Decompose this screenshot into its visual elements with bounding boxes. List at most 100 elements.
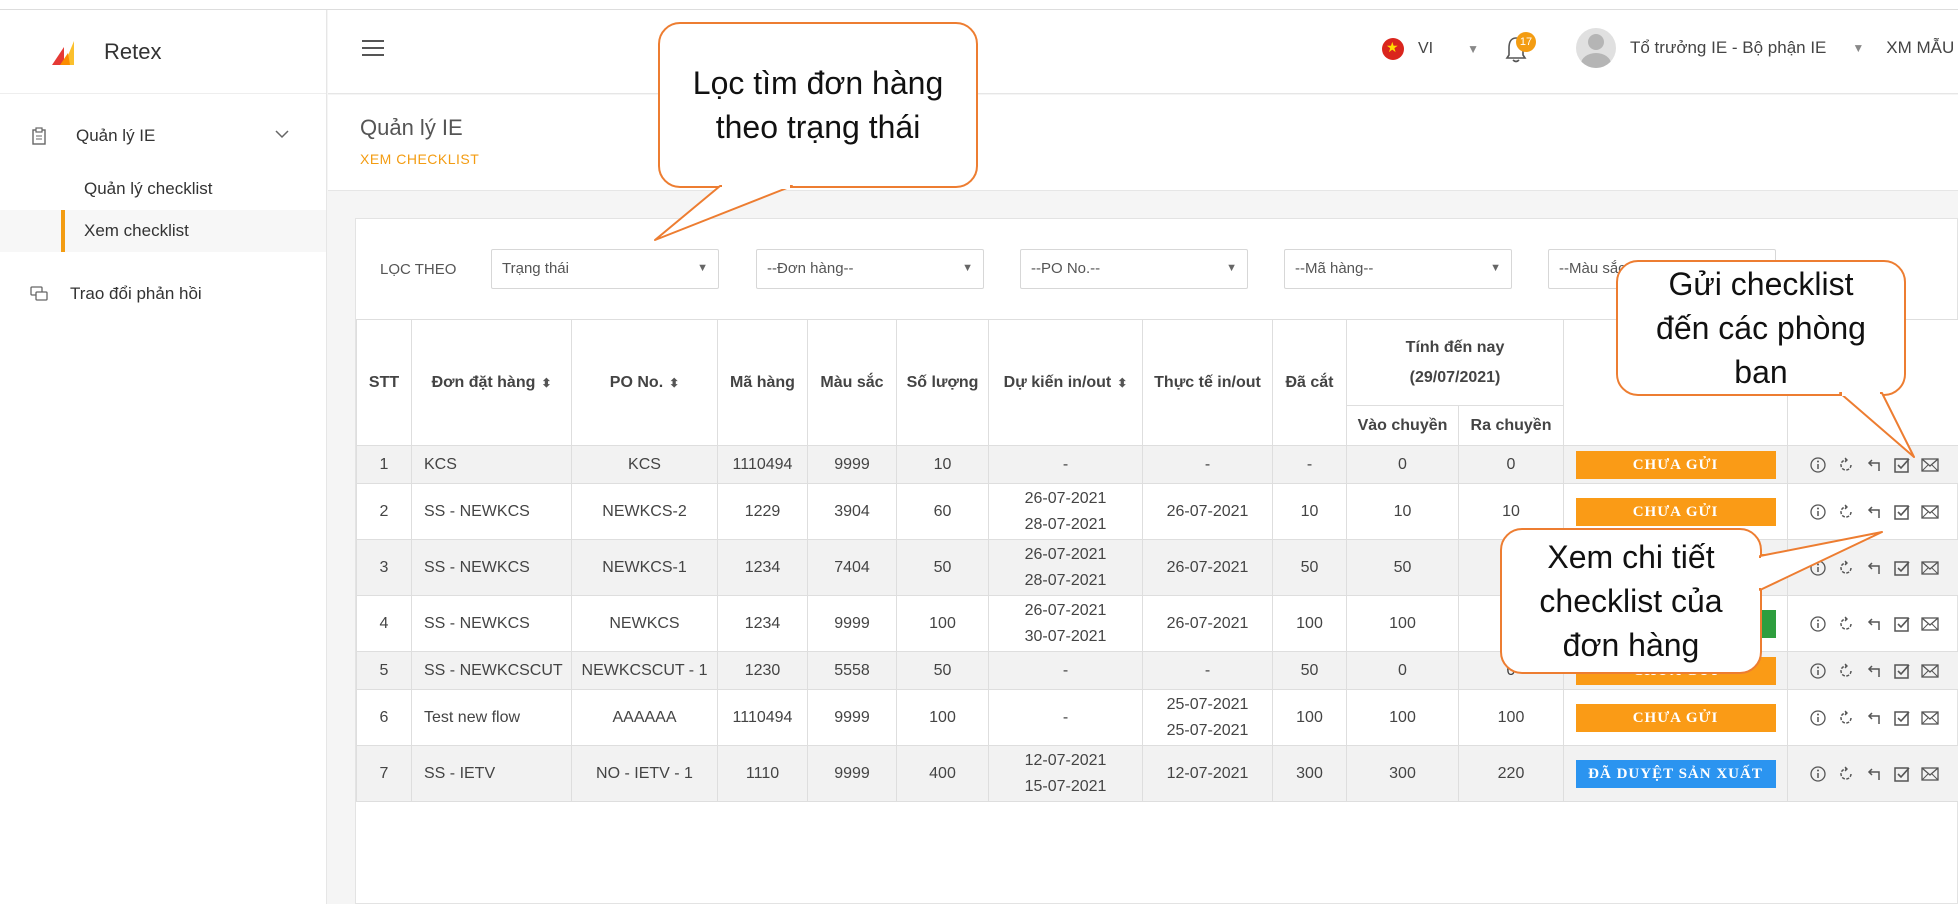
callout-filter: Lọc tìm đơn hàng theo trạng thái bbox=[658, 22, 978, 188]
refresh-icon[interactable] bbox=[1835, 707, 1857, 729]
mail-icon[interactable] bbox=[1919, 557, 1941, 579]
code-filter-select[interactable]: --Mã hàng-- ▼ bbox=[1284, 249, 1512, 289]
header-planned[interactable]: Dự kiến in/out ⬍ bbox=[988, 319, 1143, 446]
cell-in-line: 300 bbox=[1346, 745, 1459, 802]
refresh-icon[interactable] bbox=[1835, 501, 1857, 523]
checkbox-icon[interactable] bbox=[1891, 763, 1913, 785]
cell-in-line: 10 bbox=[1346, 483, 1459, 540]
cell-out-line: 220 bbox=[1457, 745, 1565, 802]
checkbox-icon[interactable] bbox=[1891, 454, 1913, 476]
mail-icon[interactable] bbox=[1919, 501, 1941, 523]
return-icon[interactable] bbox=[1863, 707, 1885, 729]
refresh-icon[interactable] bbox=[1835, 763, 1857, 785]
return-icon[interactable] bbox=[1863, 501, 1885, 523]
refresh-icon[interactable] bbox=[1835, 613, 1857, 635]
cell-po: NO - IETV - 1 bbox=[571, 745, 718, 802]
cell-actual-line: 26-07-2021 bbox=[1166, 614, 1249, 632]
refresh-icon[interactable] bbox=[1835, 454, 1857, 476]
cell-actions bbox=[1787, 745, 1958, 802]
return-icon[interactable] bbox=[1863, 613, 1885, 635]
mail-icon[interactable] bbox=[1919, 763, 1941, 785]
cell-order: SS - NEWKCS bbox=[411, 595, 572, 652]
mail-icon[interactable] bbox=[1919, 613, 1941, 635]
cell-color: 7404 bbox=[807, 539, 897, 596]
cell-status: CHƯA GỬI bbox=[1563, 689, 1789, 746]
notification-bell[interactable]: 17 bbox=[1504, 32, 1536, 68]
return-icon[interactable] bbox=[1863, 763, 1885, 785]
po-filter-select[interactable]: --PO No.-- ▼ bbox=[1020, 249, 1248, 289]
cell-qty: 10 bbox=[896, 445, 989, 484]
info-icon[interactable] bbox=[1807, 707, 1829, 729]
header-code: Mã hàng bbox=[717, 319, 808, 446]
order-filter-select[interactable]: --Đơn hàng-- ▼ bbox=[756, 249, 984, 289]
dropdown-arrow-icon: ▼ bbox=[1490, 262, 1501, 274]
callout-detail: Xem chi tiết checklist của đơn hàng bbox=[1500, 528, 1762, 674]
status-badge: CHƯA GỬI bbox=[1575, 450, 1776, 479]
cell-cut: - bbox=[1272, 445, 1347, 484]
mail-icon[interactable] bbox=[1919, 454, 1941, 476]
cell-order: SS - IETV bbox=[411, 745, 572, 802]
cell-planned-line: 26-07-2021 bbox=[1024, 601, 1107, 619]
status-badge: CHƯA GỬI bbox=[1575, 497, 1776, 526]
cell-planned-line: - bbox=[1062, 455, 1069, 473]
cell-actual: 25-07-2021 25-07-2021 bbox=[1142, 689, 1273, 746]
return-icon[interactable] bbox=[1863, 660, 1885, 682]
cell-planned: 12-07-2021 15-07-2021 bbox=[988, 745, 1143, 802]
cell-actual-line: 26-07-2021 bbox=[1166, 502, 1249, 520]
cell-stt: 1 bbox=[356, 445, 412, 484]
cell-order: KCS bbox=[411, 445, 572, 484]
cell-order: SS - NEWKCS bbox=[411, 483, 572, 540]
cell-actions bbox=[1787, 595, 1958, 652]
user-menu[interactable]: Tổ trưởng IE - Bộ phận IE ▼ XM MẪU bbox=[1576, 28, 1954, 68]
sort-icon: ⬍ bbox=[669, 375, 680, 390]
topbar: VI ▼ 17 Tổ trưởng IE - Bộ phận IE ▼ XM M… bbox=[328, 10, 1958, 94]
info-icon[interactable] bbox=[1807, 763, 1829, 785]
cell-actual: 26-07-2021 bbox=[1142, 539, 1273, 596]
header-out-line: Ra chuyền bbox=[1457, 405, 1565, 446]
info-icon[interactable] bbox=[1807, 557, 1829, 579]
cell-qty: 60 bbox=[896, 483, 989, 540]
cell-po: NEWKCSCUT - 1 bbox=[571, 651, 718, 690]
mail-icon[interactable] bbox=[1919, 660, 1941, 682]
clipboard-icon bbox=[30, 127, 48, 145]
brand[interactable]: Retex bbox=[0, 10, 326, 94]
sidebar-item-manage-checklist[interactable]: Quản lý checklist bbox=[0, 168, 326, 210]
checkbox-icon[interactable] bbox=[1891, 660, 1913, 682]
cell-color: 9999 bbox=[807, 595, 897, 652]
cell-status: CHƯA GỬI bbox=[1563, 445, 1789, 484]
checkbox-icon[interactable] bbox=[1891, 557, 1913, 579]
return-icon[interactable] bbox=[1863, 557, 1885, 579]
refresh-icon[interactable] bbox=[1835, 660, 1857, 682]
cell-po: NEWKCS-1 bbox=[571, 539, 718, 596]
checkbox-icon[interactable] bbox=[1891, 707, 1913, 729]
status-filter-select[interactable]: Trạng thái ▼ bbox=[491, 249, 719, 289]
header-in-line: Vào chuyền bbox=[1346, 405, 1459, 446]
cell-in-line: 0 bbox=[1346, 445, 1459, 484]
language-code: VI bbox=[1418, 40, 1434, 57]
cell-color: 5558 bbox=[807, 651, 897, 690]
info-icon[interactable] bbox=[1807, 454, 1829, 476]
cell-code: 1110494 bbox=[717, 689, 808, 746]
header-order[interactable]: Đơn đặt hàng ⬍ bbox=[411, 319, 572, 446]
language-selector[interactable]: VI ▼ bbox=[1382, 38, 1479, 60]
cell-po: KCS bbox=[571, 445, 718, 484]
sidebar-item-view-checklist[interactable]: Xem checklist bbox=[0, 210, 326, 252]
cell-stt: 7 bbox=[356, 745, 412, 802]
refresh-icon[interactable] bbox=[1835, 557, 1857, 579]
mail-icon[interactable] bbox=[1919, 707, 1941, 729]
cell-actual: - bbox=[1142, 651, 1273, 690]
header-po[interactable]: PO No. ⬍ bbox=[571, 319, 718, 446]
checkbox-icon[interactable] bbox=[1891, 501, 1913, 523]
cell-in-line: 50 bbox=[1346, 539, 1459, 596]
sidebar-item-feedback[interactable]: Trao đổi phản hồi bbox=[0, 262, 326, 326]
cell-in-line: 100 bbox=[1346, 689, 1459, 746]
checkbox-icon[interactable] bbox=[1891, 613, 1913, 635]
info-icon[interactable] bbox=[1807, 660, 1829, 682]
cell-code: 1234 bbox=[717, 539, 808, 596]
return-icon[interactable] bbox=[1863, 454, 1885, 476]
cell-actual: 26-07-2021 bbox=[1142, 483, 1273, 540]
info-icon[interactable] bbox=[1807, 501, 1829, 523]
info-icon[interactable] bbox=[1807, 613, 1829, 635]
sidebar-group-ie[interactable]: Quản lý IE bbox=[0, 104, 326, 168]
hamburger-menu-icon[interactable] bbox=[362, 40, 384, 58]
